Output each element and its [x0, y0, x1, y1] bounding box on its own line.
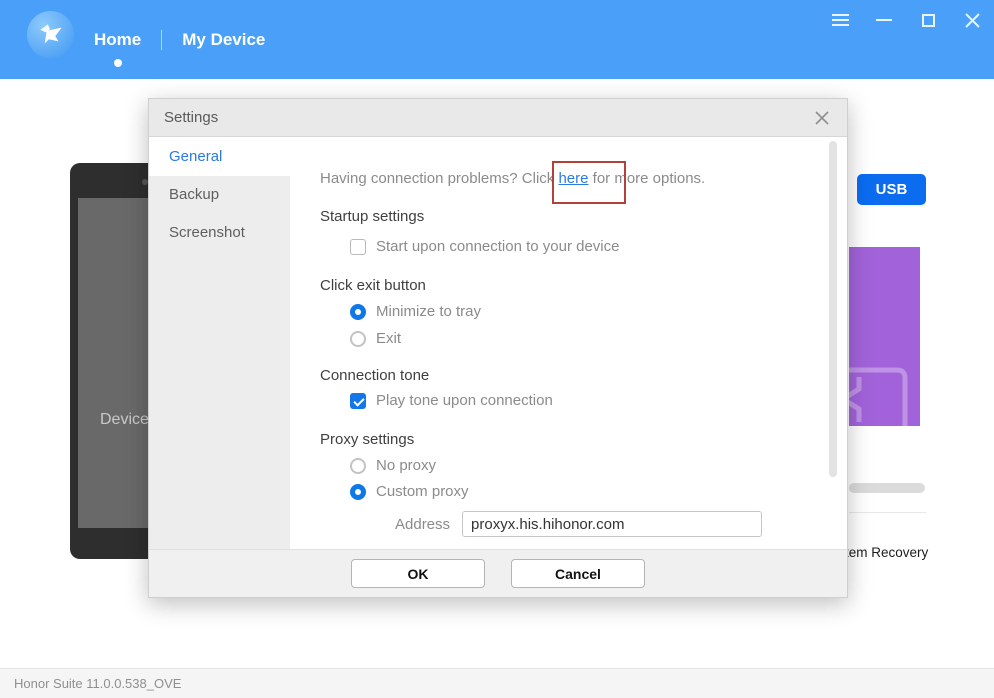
tab-home[interactable]: Home — [80, 30, 155, 50]
cancel-button[interactable]: Cancel — [511, 559, 645, 588]
maximize-glyph — [922, 14, 935, 27]
no-proxy-row[interactable]: No proxy — [350, 456, 847, 476]
address-row: Address — [395, 511, 847, 537]
tab-home-label: Home — [94, 30, 141, 49]
maximize-icon[interactable] — [906, 2, 950, 38]
exit-row[interactable]: Exit — [350, 329, 847, 349]
note-suffix: for more options. — [588, 170, 705, 187]
dialog-title: Settings — [164, 109, 218, 126]
tab-my-device-label: My Device — [182, 30, 265, 49]
minimize-to-tray-radio[interactable] — [350, 304, 366, 320]
custom-proxy-row[interactable]: Custom proxy — [350, 482, 847, 502]
window-controls — [818, 0, 994, 40]
dialog-header[interactable]: Settings — [149, 99, 847, 137]
custom-proxy-radio[interactable] — [350, 484, 366, 500]
connection-help-note: Having connection problems? Click here f… — [320, 169, 847, 189]
settings-dialog: Settings General Backup Screenshot Havin… — [148, 98, 848, 598]
address-input[interactable] — [462, 511, 762, 537]
paper-plane-logo-glyph — [34, 18, 68, 52]
exit-radio[interactable] — [350, 331, 366, 347]
system-recovery-label[interactable]: tem Recovery — [845, 545, 928, 560]
play-tone-label: Play tone upon connection — [376, 391, 553, 411]
tab-my-device[interactable]: My Device — [168, 30, 279, 50]
startup-checkbox-label: Start upon connection to your device — [376, 237, 620, 257]
minimize-to-tray-label: Minimize to tray — [376, 302, 481, 322]
startup-settings-title: Startup settings — [320, 207, 847, 227]
right-divider — [849, 512, 926, 513]
startup-checkbox-row[interactable]: Start upon connection to your device — [350, 237, 847, 257]
active-tab-dot — [114, 59, 122, 67]
close-glyph — [965, 13, 980, 28]
dialog-body: General Backup Screenshot Having connect… — [149, 138, 847, 549]
exit-label: Exit — [376, 329, 401, 349]
progress-pill — [849, 483, 925, 493]
connection-tone-title: Connection tone — [320, 366, 847, 386]
here-link[interactable]: here — [558, 170, 588, 187]
dialog-scrollbar[interactable] — [829, 141, 837, 477]
app-window: Home My Device — [0, 0, 994, 698]
close-glyph — [815, 111, 829, 125]
ok-button[interactable]: OK — [351, 559, 485, 588]
screenshot-graphic-outline — [849, 247, 920, 426]
dialog-footer: OK Cancel — [149, 549, 847, 597]
sidebar-item-backup[interactable]: Backup — [149, 176, 290, 214]
minimize-glyph — [876, 19, 892, 21]
device-label: Device — [100, 411, 149, 429]
proxy-settings-title: Proxy settings — [320, 430, 847, 450]
screenshot-feature-graphic — [849, 247, 920, 426]
play-tone-row[interactable]: Play tone upon connection — [350, 391, 847, 411]
minimize-icon[interactable] — [862, 2, 906, 38]
main-nav: Home My Device — [80, 0, 279, 79]
status-bar: Honor Suite 11.0.0.538_OVE — [0, 668, 994, 698]
sidebar-item-screenshot[interactable]: Screenshot — [149, 214, 290, 252]
hamburger-glyph — [832, 14, 849, 26]
play-tone-checkbox[interactable] — [350, 393, 366, 409]
general-settings-panel: Having connection problems? Click here f… — [290, 138, 847, 549]
dialog-close-icon[interactable] — [812, 108, 832, 128]
close-icon[interactable] — [950, 2, 994, 38]
address-label: Address — [395, 516, 450, 533]
dialog-sidebar: General Backup Screenshot — [149, 138, 290, 549]
startup-checkbox[interactable] — [350, 239, 366, 255]
no-proxy-radio[interactable] — [350, 458, 366, 474]
top-bar: Home My Device — [0, 0, 994, 79]
note-prefix: Having connection problems? Click — [320, 170, 558, 187]
app-version-label: Honor Suite 11.0.0.538_OVE — [14, 676, 181, 691]
nav-separator — [161, 30, 162, 50]
app-logo-icon — [27, 11, 74, 58]
click-exit-title: Click exit button — [320, 276, 847, 296]
custom-proxy-label: Custom proxy — [376, 482, 469, 502]
minimize-to-tray-row[interactable]: Minimize to tray — [350, 302, 847, 322]
sidebar-item-general[interactable]: General — [149, 138, 290, 176]
no-proxy-label: No proxy — [376, 456, 436, 476]
usb-button[interactable]: USB — [857, 174, 926, 205]
menu-icon[interactable] — [818, 2, 862, 38]
